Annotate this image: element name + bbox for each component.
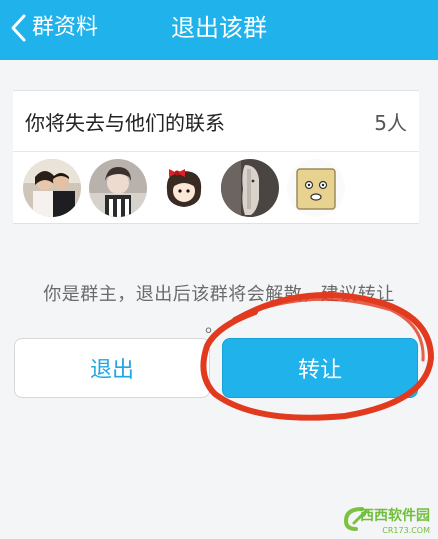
- notice-tail: 。: [205, 316, 223, 337]
- quit-button[interactable]: 退出: [14, 338, 210, 398]
- page: 群资料 退出该群 你将失去与他们的联系 5人 你是群主，退出后该群将会解散，建议…: [0, 0, 438, 539]
- members-card: 你将失去与他们的联系 5人: [13, 90, 419, 224]
- avatar-couple[interactable]: [23, 158, 81, 217]
- watermark-sub: CR173.COM: [382, 526, 430, 535]
- members-row[interactable]: 你将失去与他们的联系 5人: [13, 91, 419, 152]
- transfer-button[interactable]: 转让: [222, 338, 418, 398]
- avatar-list: [13, 152, 419, 223]
- avatar-box-face[interactable]: [287, 158, 345, 217]
- watermark-brand: 西西软件园: [360, 508, 430, 524]
- avatar-girl-bw[interactable]: [89, 158, 147, 217]
- members-label: 你将失去与他们的联系: [25, 110, 225, 135]
- dissolve-notice: 你是群主，退出后该群将会解散，建议转让: [43, 284, 395, 305]
- members-count: 5人: [374, 110, 407, 135]
- avatar-cartoon-girl[interactable]: [155, 158, 213, 217]
- top-bar: 群资料 退出该群: [0, 0, 438, 60]
- page-title: 退出该群: [171, 14, 267, 42]
- avatar-horse[interactable]: [221, 158, 279, 217]
